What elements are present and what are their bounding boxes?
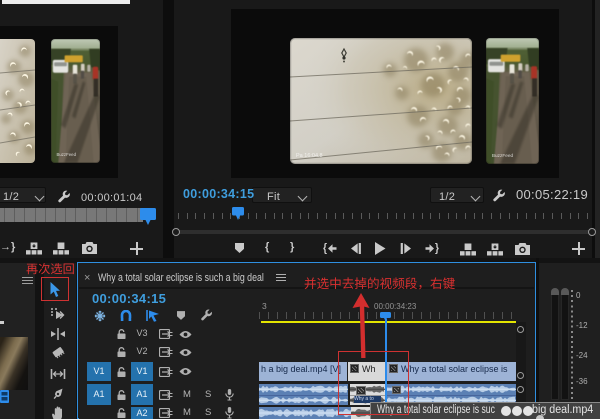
svg-text:BuzzFeed: BuzzFeed [492, 153, 514, 159]
svg-text:BuzzFeed: BuzzFeed [56, 152, 76, 157]
svg-text:Pa 16:04.8: Pa 16:04.8 [296, 153, 323, 159]
